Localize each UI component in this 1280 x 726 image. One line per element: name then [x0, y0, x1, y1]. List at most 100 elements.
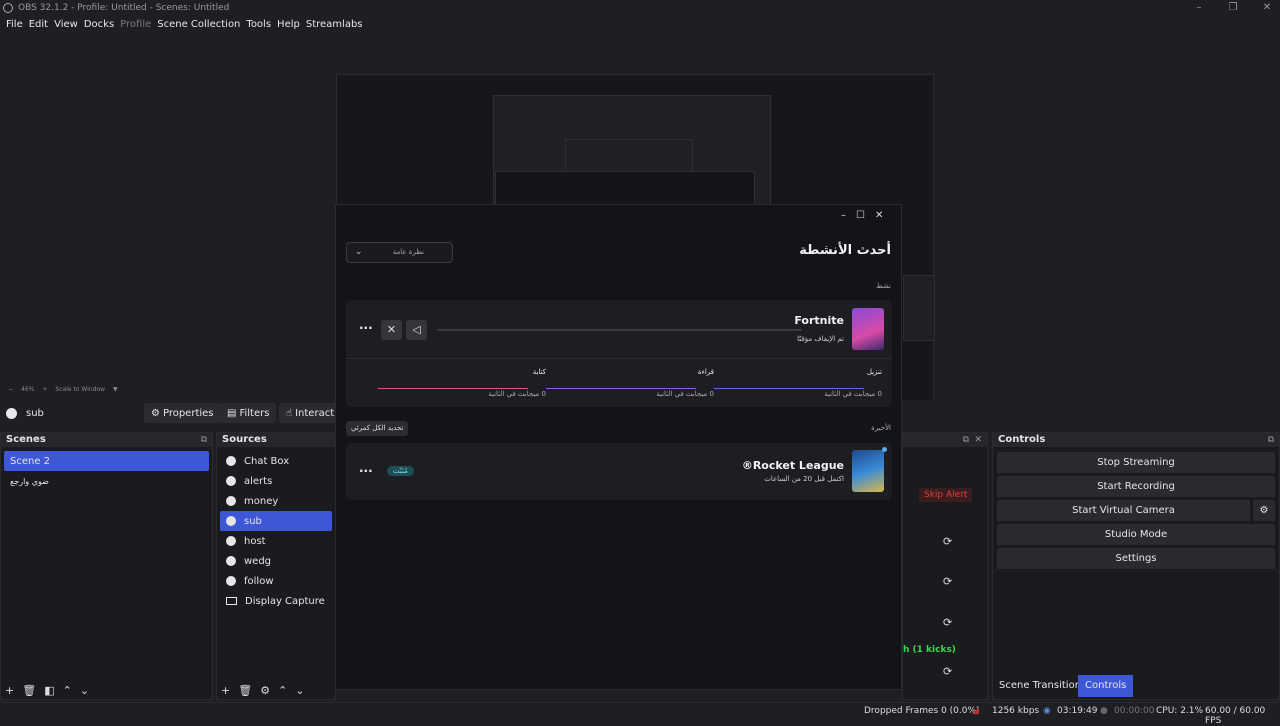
globe-icon	[226, 496, 236, 506]
zoom-in-button[interactable]: +	[42, 386, 47, 393]
source-item[interactable]: money	[220, 491, 332, 511]
source-item[interactable]: Chat Box	[220, 451, 332, 471]
source-label: wedg	[244, 555, 272, 567]
stream-icon: ◉	[1043, 706, 1051, 716]
scale-dropdown-icon[interactable]: ▼	[113, 386, 118, 393]
rocket-league-thumbnail	[852, 450, 884, 492]
start-virtual-camera-button[interactable]: Start Virtual Camera	[997, 500, 1250, 521]
scenes-dock-header: Scenes ⧉	[1, 433, 212, 447]
menu-profile[interactable]: Profile	[120, 19, 151, 30]
minimize-icon[interactable]: –	[1182, 0, 1216, 15]
undock-icon[interactable]: ⧉	[963, 433, 969, 447]
refresh-icon[interactable]: ⟳	[943, 575, 952, 588]
stat-graph	[714, 388, 864, 389]
refresh-icon[interactable]: ⟳	[943, 665, 952, 678]
move-down-icon[interactable]: ⌄	[295, 684, 304, 697]
window-title: OBS 32.1.2 - Profile: Untitled - Scenes:…	[18, 2, 230, 13]
controls-dock-header: Controls ⧉	[993, 433, 1279, 447]
refresh-icon[interactable]: ⟳	[943, 616, 952, 629]
resume-button[interactable]: ◁	[406, 320, 427, 340]
add-source-icon[interactable]: +	[221, 684, 230, 697]
alert-dock-header: ⧉ ✕	[903, 433, 987, 447]
move-up-icon[interactable]: ⌃	[278, 684, 287, 697]
settings-button[interactable]: Settings	[997, 548, 1275, 569]
zoom-out-button[interactable]: −	[8, 386, 13, 393]
tab-controls[interactable]: Controls	[1078, 675, 1134, 697]
stat-value: 0 ميجابت في الثانية	[488, 390, 546, 398]
mark-all-seen-button[interactable]: تحديد الكل كمرئي	[346, 421, 409, 436]
close-icon[interactable]: ✕	[1250, 0, 1280, 15]
globe-icon	[226, 476, 236, 486]
remove-scene-icon[interactable]: 🗑	[22, 684, 36, 697]
menu-streamlabs[interactable]: Streamlabs	[306, 19, 363, 30]
source-item[interactable]: follow	[220, 571, 332, 591]
recent-item-card[interactable]: Rocket League® اكتمل قبل 20 من الساعات م…	[346, 443, 892, 500]
download-progress-bar	[437, 329, 802, 331]
menu-docks[interactable]: Docks	[84, 19, 114, 30]
kicks-text: h (1 kicks)	[903, 645, 956, 655]
minimize-icon[interactable]: –	[841, 210, 846, 221]
menu-view[interactable]: View	[54, 19, 78, 30]
more-options-icon[interactable]: ···	[359, 321, 373, 335]
globe-icon	[226, 456, 236, 466]
monitor-icon	[226, 597, 237, 605]
sources-toolbar: + 🗑 ⚙ ⌃ ⌄	[221, 684, 305, 697]
skip-alert-button[interactable]: Skip Alert	[919, 488, 973, 502]
maximize-icon[interactable]: ☐	[856, 210, 865, 221]
source-settings-icon[interactable]: ⚙	[260, 684, 270, 697]
close-icon[interactable]: ✕	[875, 210, 883, 221]
filters-button[interactable]: ▤ Filters	[220, 403, 277, 423]
window-controls: – ❐ ✕	[1182, 0, 1280, 15]
source-item[interactable]: alerts	[220, 471, 332, 491]
add-scene-icon[interactable]: +	[5, 684, 14, 697]
installed-badge: مُثبّت	[387, 466, 414, 476]
scene-item[interactable]: Scene 2	[4, 451, 209, 471]
start-recording-button[interactable]: Start Recording	[997, 476, 1275, 497]
nested-dock-frame	[903, 275, 935, 341]
source-label: alerts	[244, 475, 273, 487]
source-label: Chat Box	[244, 455, 290, 467]
game-name: Rocket League®	[741, 459, 844, 472]
stat-read: قراءة 0 ميجابت في الثانية	[546, 360, 714, 404]
stop-streaming-button[interactable]: Stop Streaming	[997, 452, 1275, 473]
restore-icon[interactable]: ❐	[1216, 0, 1250, 15]
undock-icon[interactable]: ⧉	[201, 433, 207, 447]
record-icon: ●	[1100, 706, 1108, 716]
scale-mode[interactable]: Scale to Window	[55, 386, 105, 393]
scene-item[interactable]: ضوي وارجع	[4, 471, 209, 491]
globe-icon	[226, 536, 236, 546]
source-label: host	[244, 535, 266, 547]
menu-scene-collection[interactable]: Scene Collection	[157, 19, 240, 30]
source-label: Display Capture	[245, 595, 325, 607]
close-icon[interactable]: ✕	[974, 433, 982, 447]
source-item[interactable]: sub	[220, 511, 332, 531]
source-item[interactable]: Display Capture	[220, 591, 332, 611]
remove-source-icon[interactable]: 🗑	[238, 684, 252, 697]
interact-button[interactable]: ☝ Interact	[279, 403, 342, 423]
stat-download: تنزيل 0 ميجابت في الثانية	[714, 360, 882, 404]
source-label: follow	[244, 575, 274, 587]
active-section-label: نشط	[876, 282, 891, 290]
scene-label: ضوي وارجع	[10, 476, 49, 486]
menu-help[interactable]: Help	[277, 19, 300, 30]
menu-tools[interactable]: Tools	[246, 19, 271, 30]
studio-mode-button[interactable]: Studio Mode	[997, 524, 1275, 545]
cancel-button[interactable]: ✕	[381, 320, 402, 340]
sources-dock: Sources Chat Box alerts money sub host w…	[216, 432, 336, 700]
interact-label: Interact	[295, 407, 335, 419]
menu-file[interactable]: File	[6, 19, 23, 30]
refresh-icon[interactable]: ⟳	[943, 535, 952, 548]
record-time: 00:00:00	[1114, 706, 1155, 716]
menu-edit[interactable]: Edit	[29, 19, 48, 30]
properties-button[interactable]: ⚙ Properties	[144, 403, 221, 423]
more-options-icon[interactable]: ···	[359, 464, 373, 478]
source-item[interactable]: wedg	[220, 551, 332, 571]
source-item[interactable]: host	[220, 531, 332, 551]
scene-filters-icon[interactable]: ◧	[44, 684, 54, 697]
move-down-icon[interactable]: ⌄	[80, 684, 89, 697]
virtual-camera-settings-icon[interactable]: ⚙	[1253, 500, 1275, 521]
undock-icon[interactable]: ⧉	[1268, 433, 1274, 447]
move-up-icon[interactable]: ⌃	[63, 684, 72, 697]
stat-label: تنزيل	[866, 368, 882, 376]
view-filter-dropdown[interactable]: نظرة عامة ⌄	[346, 242, 453, 263]
